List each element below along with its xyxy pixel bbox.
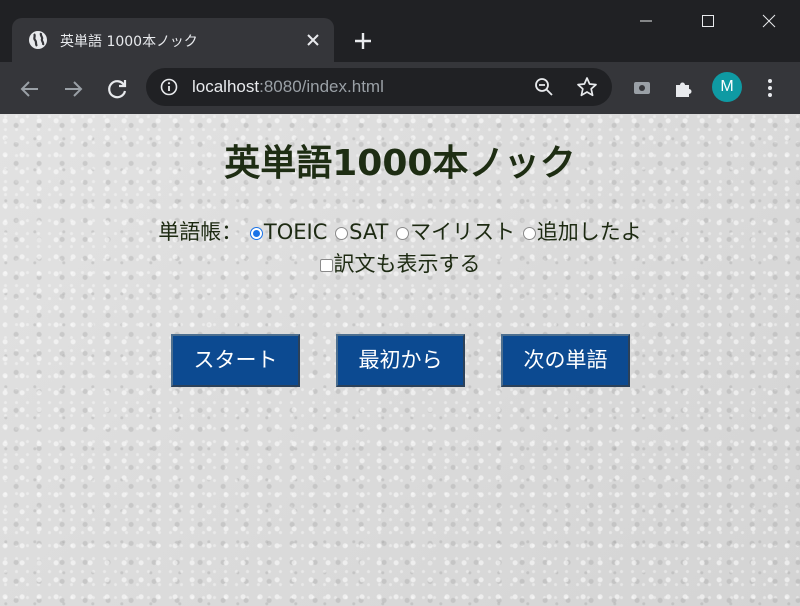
url-path: :8080/index.html: [259, 77, 384, 96]
tab-title: 英単語 1000本ノック: [60, 34, 198, 50]
maximize-button[interactable]: [688, 8, 728, 36]
globe-icon: [29, 31, 47, 49]
menu-icon[interactable]: [758, 76, 782, 100]
radio-label-mylist[interactable]: マイリスト: [410, 220, 515, 244]
zoom-out-icon[interactable]: [534, 77, 554, 97]
maximize-icon: [702, 15, 714, 27]
next-word-button[interactable]: 次の単語: [501, 334, 630, 387]
radio-label-toeic[interactable]: TOEIC: [264, 220, 327, 244]
restart-button[interactable]: 最初から: [336, 334, 465, 387]
window-close-button[interactable]: [749, 8, 789, 36]
radio-mylist[interactable]: [396, 227, 410, 240]
back-arrow-icon[interactable]: [17, 76, 43, 102]
url-text[interactable]: localhost:8080/index.html: [192, 77, 384, 97]
browser-toolbar: localhost:8080/index.html M: [0, 62, 800, 114]
address-bar[interactable]: localhost:8080/index.html: [146, 68, 612, 106]
radio-label-added[interactable]: 追加したよ: [537, 220, 642, 244]
page-title: 英単語1000本ノック: [224, 143, 576, 184]
translation-option: 訳文も表示する: [0, 248, 800, 280]
extensions-icon[interactable]: [672, 76, 696, 100]
window-close-icon: [762, 14, 776, 28]
show-translation-label[interactable]: 訳文も表示する: [334, 252, 481, 276]
page-viewport: 英単語1000本ノック 単語帳： TOEIC SAT マイリスト 追加したよ 訳…: [0, 114, 800, 606]
avatar[interactable]: M: [712, 72, 742, 102]
forward-arrow-icon[interactable]: [60, 76, 86, 102]
browser-tab[interactable]: 英単語 1000本ノック: [12, 18, 334, 62]
radio-sat[interactable]: [335, 227, 349, 240]
star-icon[interactable]: [576, 76, 598, 98]
radio-label-sat[interactable]: SAT: [349, 220, 388, 244]
browser-titlebar: 英単語 1000本ノック: [0, 0, 800, 62]
info-icon[interactable]: [160, 78, 178, 96]
plus-icon[interactable]: [348, 26, 378, 56]
radio-toeic[interactable]: [249, 227, 263, 240]
radio-added[interactable]: [522, 227, 536, 240]
close-icon[interactable]: [304, 31, 322, 49]
wordbook-label: 単語帳：: [158, 220, 243, 244]
media-icon[interactable]: [630, 76, 654, 100]
wordbook-selector: 単語帳： TOEIC SAT マイリスト 追加したよ: [0, 216, 800, 248]
minimize-button[interactable]: [626, 8, 666, 36]
show-translation-checkbox[interactable]: [319, 259, 333, 272]
start-button[interactable]: スタート: [171, 334, 300, 387]
options-panel: 単語帳： TOEIC SAT マイリスト 追加したよ 訳文も表示する: [0, 216, 800, 280]
url-host: localhost: [192, 77, 260, 96]
minimize-icon: [640, 20, 652, 22]
reload-icon[interactable]: [104, 76, 130, 102]
